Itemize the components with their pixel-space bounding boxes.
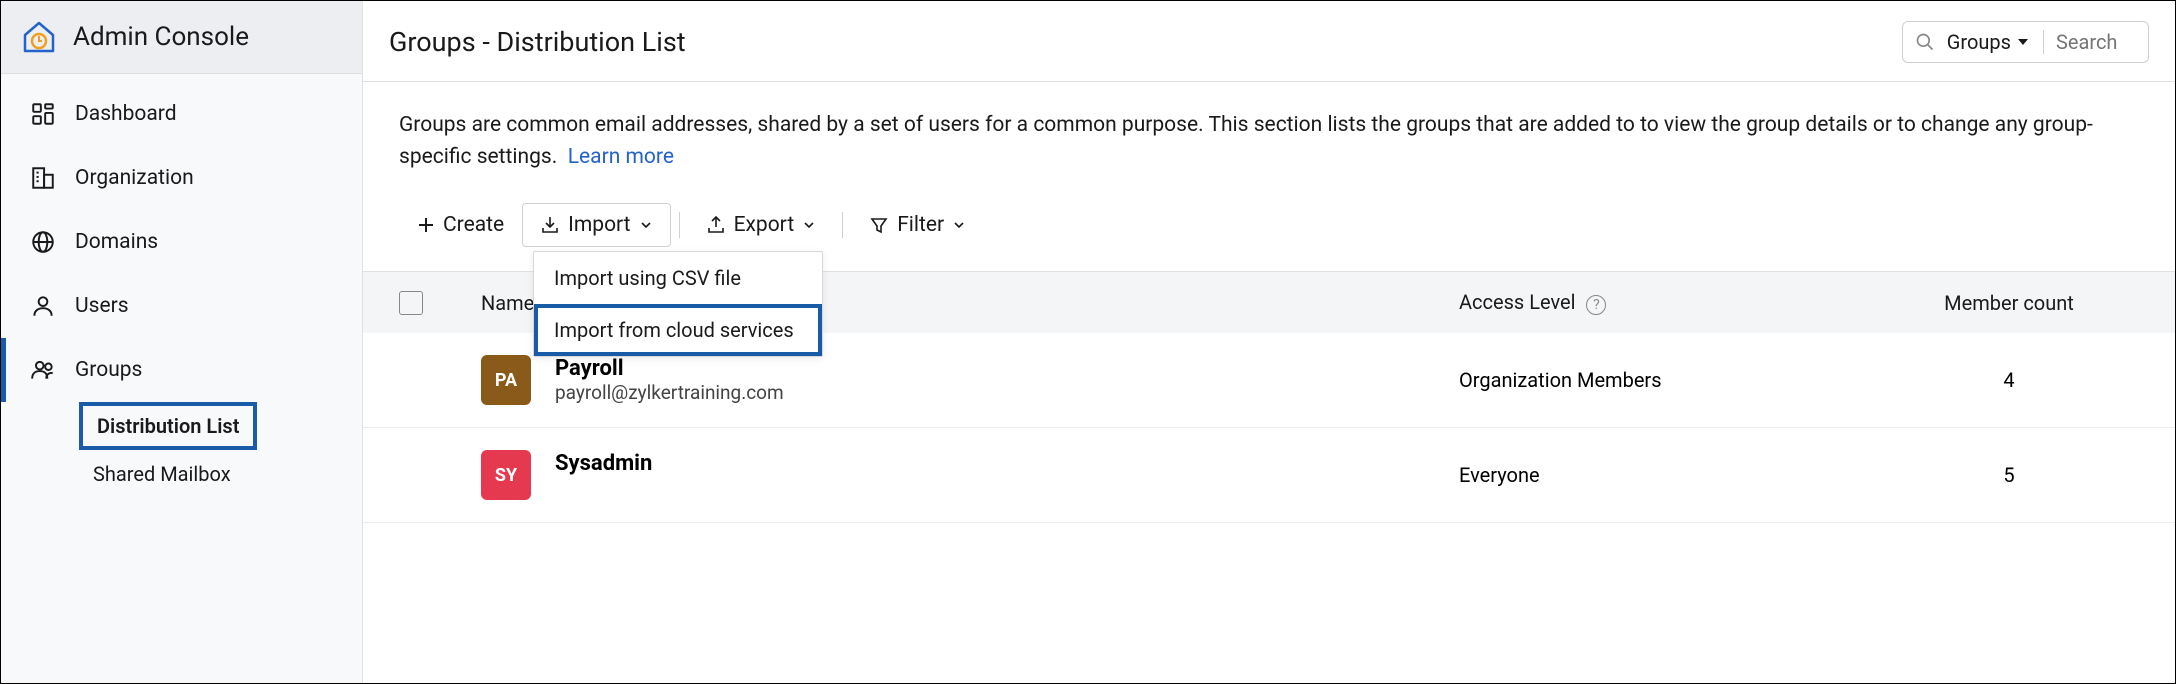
search-input[interactable] [2056,30,2136,54]
page-description: Groups are common email addresses, share… [363,82,2175,173]
chevron-down-icon [2017,36,2029,48]
column-access[interactable]: Access Level ? [1459,290,1879,315]
group-name: Sysadmin [555,451,809,476]
sidebar-item-domains[interactable]: Domains [1,210,362,274]
group-count: 5 [1879,463,2139,487]
group-name: Payroll [555,356,784,381]
create-button[interactable]: Create [399,203,522,247]
sidebar-item-label: Groups [75,358,142,382]
avatar: PA [481,355,531,405]
page-title: Groups - Distribution List [389,26,686,58]
chevron-down-icon [639,218,653,232]
column-count[interactable]: Member count [1879,291,2139,315]
user-icon [29,292,57,320]
group-count: 4 [1879,368,2139,392]
sidebar-item-label: Dashboard [75,102,177,126]
sidebar: Admin Console Dashboard [1,1,363,683]
sidebar-item-groups[interactable]: Groups [1,338,362,402]
group-access: Organization Members [1459,368,1879,392]
search-scope[interactable]: Groups [1947,30,2044,54]
sidebar-title: Admin Console [73,22,249,52]
learn-more-link[interactable]: Learn more [568,145,674,169]
avatar: SY [481,450,531,500]
import-csv-option[interactable]: Import using CSV file [534,252,822,304]
filter-icon [869,215,889,235]
chevron-down-icon [952,218,966,232]
sidebar-item-dashboard[interactable]: Dashboard [1,82,362,146]
main-header: Groups - Distribution List Groups [363,1,2175,82]
import-icon [540,215,560,235]
group-email: payroll@zylkertraining.com [555,381,784,404]
search-icon [1915,32,1935,52]
divider [679,212,680,238]
plus-icon [417,216,435,234]
divider [842,212,843,238]
globe-icon [29,228,57,256]
sidebar-submenu: Distribution List Shared Mailbox [1,402,362,498]
sidebar-item-organization[interactable]: Organization [1,146,362,210]
export-button[interactable]: Export [688,203,835,247]
sidebar-item-label: Users [75,294,129,318]
import-dropdown: Import using CSV file Import from cloud … [533,251,823,357]
group-access: Everyone [1459,463,1879,487]
sidebar-sub-distribution-list[interactable]: Distribution List [79,402,257,450]
toolbar: Create Import Expo [363,173,2175,271]
sidebar-header: Admin Console [1,1,362,74]
building-icon [29,164,57,192]
help-icon[interactable]: ? [1586,295,1606,315]
sidebar-sub-shared-mailbox[interactable]: Shared Mailbox [79,450,245,498]
sidebar-item-label: Organization [75,166,194,190]
import-button[interactable]: Import [522,203,670,247]
export-icon [706,215,726,235]
main-content: Groups - Distribution List Groups Groups… [363,1,2175,683]
search-box[interactable]: Groups [1902,21,2149,63]
filter-button[interactable]: Filter [851,203,984,247]
table-row[interactable]: SY Sysadmin sysadmin@zylkertraining.com … [363,428,2175,523]
sidebar-item-users[interactable]: Users [1,274,362,338]
dashboard-icon [29,100,57,128]
groups-icon [29,356,57,384]
chevron-down-icon [802,218,816,232]
logo-icon [21,19,57,55]
import-cloud-option[interactable]: Import from cloud services [534,304,822,356]
sidebar-item-label: Domains [75,230,158,254]
select-all-checkbox[interactable] [399,291,423,315]
sidebar-nav: Dashboard Organization [1,74,362,498]
